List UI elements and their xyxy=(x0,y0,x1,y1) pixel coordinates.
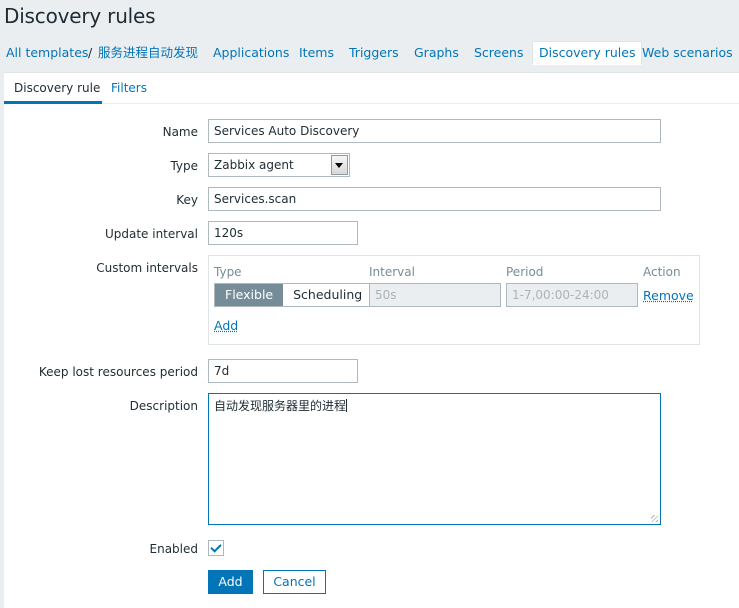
add-interval-link[interactable]: Add xyxy=(214,318,238,333)
cancel-button[interactable]: Cancel xyxy=(263,570,326,594)
tab-filters[interactable]: Filters xyxy=(111,81,147,95)
type-select[interactable]: Zabbix agent xyxy=(208,153,350,177)
add-button[interactable]: Add xyxy=(208,570,253,594)
breadcrumb-separator: / xyxy=(88,45,93,60)
nav-graphs[interactable]: Graphs xyxy=(414,44,459,62)
ci-header-type: Type xyxy=(214,265,242,279)
flex-interval-input[interactable]: 50s xyxy=(369,283,501,307)
custom-intervals-table: Type Interval Period Action Flexible Sch… xyxy=(208,255,700,345)
nav-screens[interactable]: Screens xyxy=(474,44,524,62)
ci-header-interval: Interval xyxy=(369,265,415,279)
nav-items[interactable]: Items xyxy=(299,44,334,62)
ci-header-period: Period xyxy=(506,265,544,279)
page-title: Discovery rules xyxy=(4,4,156,28)
enabled-checkbox[interactable] xyxy=(208,540,224,556)
form-panel: Discovery rule Filters Name Services Aut… xyxy=(4,72,739,608)
description-label: Description xyxy=(129,399,198,413)
description-text: 自动发现服务器里的进程 xyxy=(214,399,347,413)
checkmark-icon xyxy=(210,541,222,553)
keep-lost-input[interactable]: 7d xyxy=(208,359,358,383)
name-input[interactable]: Services Auto Discovery xyxy=(208,119,661,143)
flex-period-input[interactable]: 1-7,00:00-24:00 xyxy=(506,283,638,307)
nav-discovery-rules[interactable]: Discovery rules xyxy=(532,41,643,65)
enabled-label: Enabled xyxy=(149,542,199,556)
nav-web-scenarios[interactable]: Web scenarios xyxy=(642,44,733,62)
flexible-option[interactable]: Flexible xyxy=(215,284,284,306)
ci-header-action: Action xyxy=(643,265,681,279)
keep-lost-label: Keep lost resources period xyxy=(38,365,198,379)
resize-handle-icon[interactable] xyxy=(651,515,658,522)
key-label: Key xyxy=(176,193,198,207)
custom-intervals-label: Custom intervals xyxy=(96,261,198,275)
type-select-value: Zabbix agent xyxy=(214,158,294,172)
nav-all-templates[interactable]: All templates xyxy=(6,44,88,62)
update-interval-input[interactable]: 120s xyxy=(208,221,358,245)
interval-type-toggle: Flexible Scheduling xyxy=(214,283,374,307)
update-interval-label: Update interval xyxy=(104,227,198,241)
tab-discovery-rule[interactable]: Discovery rule xyxy=(14,81,100,95)
key-input[interactable]: Services.scan xyxy=(208,187,661,211)
name-label: Name xyxy=(162,125,198,139)
nav-template-name[interactable]: 服务进程自动发现 xyxy=(98,44,198,62)
remove-link[interactable]: Remove xyxy=(643,288,694,303)
nav-triggers[interactable]: Triggers xyxy=(349,44,399,62)
nav-applications[interactable]: Applications xyxy=(213,44,289,62)
tab-bar: Discovery rule Filters xyxy=(4,73,739,104)
active-tab-indicator xyxy=(4,101,102,104)
type-label: Type xyxy=(170,159,198,173)
scheduling-option[interactable]: Scheduling xyxy=(283,284,373,306)
description-textarea[interactable]: 自动发现服务器里的进程 xyxy=(208,393,661,525)
breadcrumb-nav: All templates / 服务进程自动发现 Applications It… xyxy=(0,40,739,68)
text-caret xyxy=(346,399,348,412)
dropdown-arrow-icon[interactable] xyxy=(331,155,348,175)
